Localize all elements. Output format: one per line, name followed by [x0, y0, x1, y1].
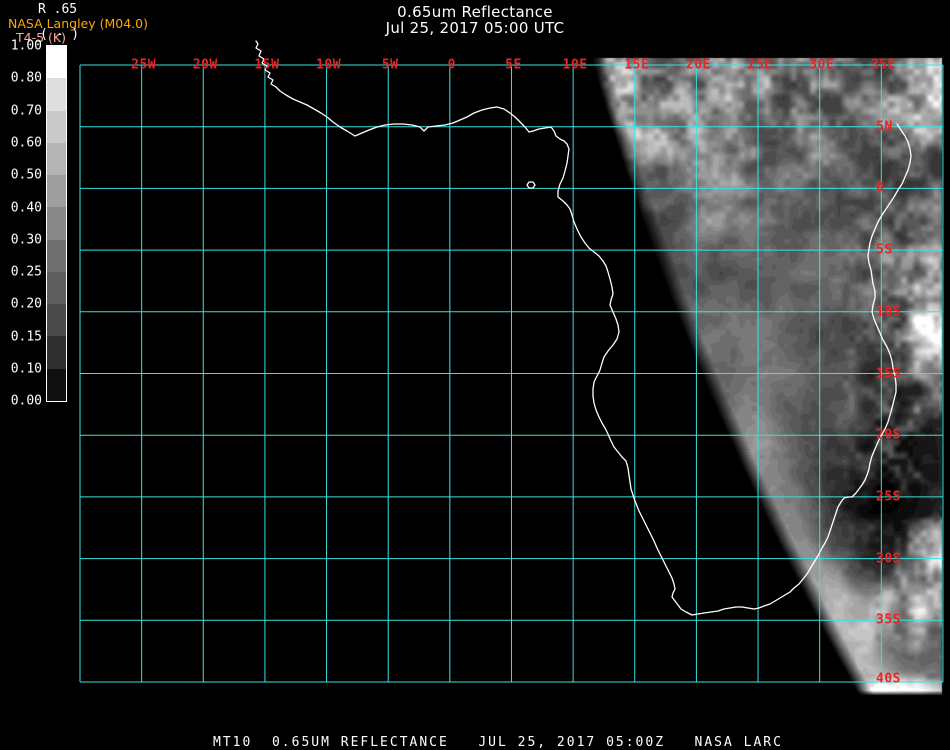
colorbar-step: [47, 175, 66, 208]
lon-label-15E: 15E: [624, 57, 650, 73]
colorbar-tick-0.00: 0.00: [10, 393, 42, 409]
colorbar-tick-0.70: 0.70: [10, 103, 42, 119]
lat-label-30S: 30S: [876, 551, 901, 567]
colorbar-tick-0.30: 0.30: [10, 232, 42, 248]
lat-label-15S: 15S: [876, 366, 901, 381]
colorbar-tick-0.25: 0.25: [10, 264, 42, 280]
lon-label-10W: 10W: [316, 57, 342, 73]
lat-label-35S: 35S: [876, 612, 901, 628]
lon-label-25W: 25W: [131, 57, 157, 73]
lon-label-30E: 30E: [809, 57, 835, 73]
footer-caption: MT10 0.65UM REFLECTANCE JUL 25, 2017 05:…: [213, 735, 783, 750]
lat-label-25S: 25S: [876, 489, 901, 505]
colorbar-step: [47, 110, 66, 143]
map-overlay: [79, 40, 944, 683]
lon-label-5W: 5W: [381, 57, 399, 73]
colorbar-tick-0.40: 0.40: [10, 200, 42, 215]
lon-label-10E: 10E: [562, 57, 588, 73]
product-code-label: R .65: [38, 2, 78, 17]
lon-label-20E: 20E: [685, 57, 711, 73]
colorbar-tick-0.20: 0.20: [10, 296, 42, 312]
colorbar-step: [47, 142, 66, 176]
colorbar: [46, 45, 67, 402]
colorbar-step: [47, 368, 66, 401]
lon-label-0: 0: [447, 57, 456, 73]
lat-label-5S: 5S: [876, 242, 893, 258]
colorbar-tick-0.15: 0.15: [10, 329, 42, 345]
colorbar-step: [47, 207, 66, 240]
lon-label-5E: 5E: [505, 57, 522, 73]
lat-label-0: 0: [876, 180, 885, 196]
coastline-africa: [526, 181, 536, 189]
colorbar-step: [47, 336, 66, 369]
lon-label-20W: 20W: [192, 57, 218, 73]
colorbar-tick-0.60: 0.60: [10, 135, 42, 151]
lat-label-10S: 10S: [876, 304, 901, 320]
lon-label-35E: 35E: [870, 57, 896, 73]
colorbar-step: [47, 304, 66, 337]
colorbar-step: [47, 78, 66, 111]
lon-label-25E: 25E: [747, 57, 773, 73]
colorbar-tick-1.00: 1.00: [10, 38, 42, 54]
colorbar-tick-0.10: 0.10: [10, 361, 42, 377]
colorbar-step: [47, 271, 66, 305]
colorbar-step: [47, 46, 66, 79]
lat-label-20S: 20S: [876, 427, 901, 443]
lon-label-15W: 15W: [254, 57, 280, 73]
colorbar-tick-0.80: 0.80: [10, 70, 42, 86]
lat-label-40S: 40S: [876, 671, 901, 687]
lat-label-5N: 5N: [876, 119, 893, 135]
colorbar-tick-0.50: 0.50: [10, 167, 42, 183]
satellite-product-viewer: 25W 20W 15W 10W 5W 0 5E 10E 15E 20E 25E 30E 35E 5N 0 5S…: [0, 0, 950, 750]
colorbar-step: [47, 239, 66, 272]
